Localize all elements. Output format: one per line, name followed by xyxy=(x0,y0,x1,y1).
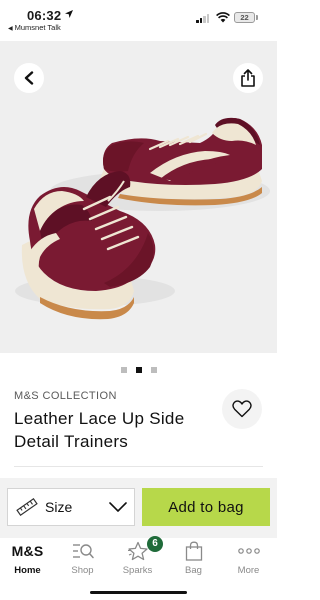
share-icon xyxy=(241,69,255,87)
tab-home-label: Home xyxy=(14,565,41,576)
battery-level: 22 xyxy=(240,13,249,22)
search-lines-icon xyxy=(72,544,94,559)
tab-sparks-label: Sparks xyxy=(122,565,153,576)
back-button[interactable] xyxy=(14,63,44,93)
product-collection: M&S COLLECTION xyxy=(14,390,117,402)
tab-bag[interactable]: Bag xyxy=(166,538,221,578)
location-arrow-icon xyxy=(65,10,73,18)
size-select-label: Size xyxy=(45,499,73,515)
product-image-carousel[interactable] xyxy=(0,41,277,353)
carousel-indicator xyxy=(0,367,277,373)
bag-icon xyxy=(185,541,202,561)
product-title: Leather Lace Up Side Detail Trainers xyxy=(14,409,185,451)
sparks-badge: 6 xyxy=(147,536,163,552)
status-bar: 06:32 ◀ Mumsnet Talk 22 xyxy=(0,0,277,40)
carousel-dot-1[interactable] xyxy=(120,367,127,373)
sparks-star-icon xyxy=(127,541,148,561)
tab-home[interactable]: M&S Home xyxy=(0,538,55,578)
carousel-dot-3[interactable] xyxy=(150,367,157,373)
more-dots-icon xyxy=(237,548,260,554)
ms-logo-text: M&S xyxy=(11,543,44,559)
wifi-icon xyxy=(216,12,230,23)
chevron-left-icon xyxy=(24,71,34,85)
size-select[interactable]: Size xyxy=(7,488,135,526)
tab-shop-label: Shop xyxy=(71,565,94,576)
status-time: 06:32 xyxy=(27,8,62,23)
product-page: 06:32 ◀ Mumsnet Talk 22 M&S COLLECTION L… xyxy=(0,0,277,600)
add-to-bag-button[interactable]: Add to bag xyxy=(142,488,270,526)
purchase-bar: Size Add to bag xyxy=(0,478,277,538)
tab-more-label: More xyxy=(237,565,260,576)
trainers-product-photo xyxy=(15,117,270,320)
battery-icon: 22 xyxy=(234,12,255,23)
back-app-label: Mumsnet Talk xyxy=(14,23,61,32)
ms-logo-icon: M&S xyxy=(0,541,55,561)
home-indicator[interactable] xyxy=(90,591,187,594)
cellular-signal-icon xyxy=(196,14,210,23)
carousel-dot-2[interactable] xyxy=(135,367,142,373)
back-triangle-icon: ◀ xyxy=(8,26,13,32)
share-button[interactable] xyxy=(233,63,263,93)
heart-icon xyxy=(232,400,252,418)
tab-more[interactable]: More xyxy=(221,538,276,578)
ruler-icon xyxy=(16,498,38,516)
battery-cap xyxy=(256,15,258,20)
tab-shop[interactable]: Shop xyxy=(55,538,110,578)
back-to-app-link[interactable]: ◀ Mumsnet Talk xyxy=(8,23,61,32)
divider xyxy=(14,466,263,467)
tab-bag-label: Bag xyxy=(185,565,202,576)
wishlist-button[interactable] xyxy=(222,389,262,429)
chevron-down-icon xyxy=(109,502,127,512)
